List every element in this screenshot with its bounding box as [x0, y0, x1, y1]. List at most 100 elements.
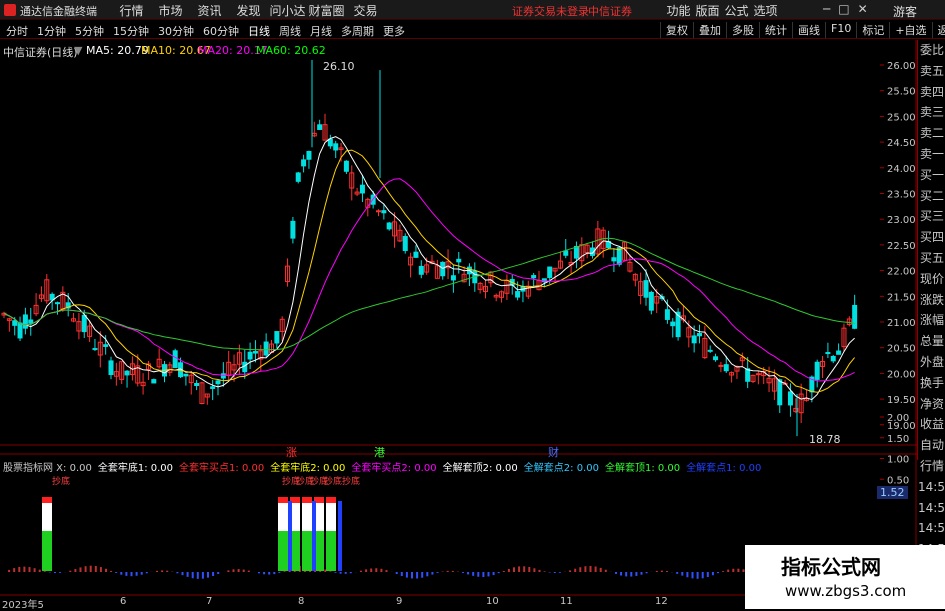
tool-3[interactable]: 统计 — [759, 22, 792, 38]
side-item-21[interactable]: 14:50 — [918, 477, 945, 498]
candle-body — [215, 380, 221, 385]
maximize-icon[interactable]: □ — [838, 2, 849, 16]
candle-body — [92, 348, 98, 351]
candle-body — [103, 344, 109, 347]
guest-label[interactable]: 游客 — [893, 3, 917, 19]
tool-4[interactable]: 画线 — [792, 22, 825, 38]
side-item-16[interactable]: 换手 — [918, 373, 945, 394]
candle-body — [290, 220, 296, 239]
period-7[interactable]: 周线 — [279, 23, 301, 38]
event-mark-up[interactable]: 涨 — [286, 444, 297, 460]
candle-body — [124, 370, 130, 376]
tool-1[interactable]: 叠加 — [693, 22, 726, 38]
x-tick-1: 6 — [120, 596, 127, 607]
close-icon[interactable]: ✕ — [858, 2, 868, 16]
broker-name[interactable]: 中信证券 — [588, 3, 632, 19]
period-toolbar: 分时 1分钟 5分钟 15分钟 30分钟 60分钟 日线 周线 月线 多周期 更多 复权 叠加 多股 统计… — [0, 21, 945, 39]
kline-chart[interactable]: 26.00 25.50 25.00 24.50 24.00 23.50 23.00 22.50… — [0, 40, 917, 596]
candle-body — [691, 335, 697, 344]
watermark: 指标公式网 www.zbgs3.com — [745, 545, 945, 609]
side-item-14[interactable]: 总量 — [918, 331, 945, 352]
candle-body — [28, 319, 34, 324]
menu-trade[interactable]: 交易 — [346, 2, 385, 19]
menu-market[interactable]: 市场 — [151, 2, 190, 19]
period-1[interactable]: 1分钟 — [37, 23, 66, 38]
period-0[interactable]: 分时 — [6, 23, 28, 38]
menu-ask[interactable]: 问小达 — [268, 2, 307, 19]
y-tick-label: 21.00 — [887, 318, 916, 329]
side-item-19[interactable]: 自动 — [918, 435, 945, 456]
side-item-12[interactable]: 涨跌 — [918, 290, 945, 311]
side-item-5[interactable]: 卖一 — [918, 144, 945, 165]
tool-7[interactable]: +自选 — [889, 22, 931, 38]
candle-body — [440, 261, 446, 277]
side-item-18[interactable]: 收益 — [918, 414, 945, 435]
tool-8[interactable]: 返回 — [931, 22, 945, 38]
candle-body — [745, 368, 751, 382]
side-item-23[interactable]: 14:50 — [918, 518, 945, 539]
side-item-6[interactable]: 买一 — [918, 165, 945, 186]
period-9[interactable]: 多周期 — [341, 23, 374, 38]
menu-formula[interactable]: 公式 — [722, 2, 751, 19]
menu-layout[interactable]: 版面 — [693, 2, 722, 19]
tool-6[interactable]: 标记 — [856, 22, 889, 38]
candle-body — [648, 291, 654, 311]
x-tick-3: 8 — [298, 596, 305, 607]
tool-2[interactable]: 多股 — [726, 22, 759, 38]
signal-white-bar — [326, 501, 336, 531]
side-item-2[interactable]: 卖四 — [918, 82, 945, 103]
side-item-0[interactable]: 委比 — [918, 40, 945, 61]
period-5[interactable]: 60分钟 — [203, 23, 239, 38]
side-item-22[interactable]: 14:50 — [918, 498, 945, 519]
period-4[interactable]: 30分钟 — [158, 23, 194, 38]
side-item-17[interactable]: 净资 — [918, 394, 945, 415]
candle-body — [252, 351, 258, 354]
period-2[interactable]: 5分钟 — [75, 23, 104, 38]
app-name: 通达信金融终端 — [20, 5, 97, 18]
event-mark-finance[interactable]: 财 — [548, 444, 559, 460]
signal-green-bar — [326, 531, 336, 571]
menu-news[interactable]: 资讯 — [190, 2, 229, 19]
signal-label: 抄底 — [52, 475, 70, 487]
side-item-9[interactable]: 买四 — [918, 227, 945, 248]
side-item-13[interactable]: 涨幅 — [918, 310, 945, 331]
menu-options[interactable]: 选项 — [751, 2, 780, 19]
side-item-3[interactable]: 卖三 — [918, 102, 945, 123]
y-tick-label: 23.00 — [887, 215, 916, 226]
candle-body — [210, 386, 216, 389]
period-10[interactable]: 更多 — [383, 23, 405, 38]
period-8[interactable]: 月线 — [310, 23, 332, 38]
chevron-down-icon[interactable]: ▼ — [74, 44, 82, 57]
menu-quotes[interactable]: 行情 — [112, 2, 151, 19]
candle-body — [573, 245, 579, 259]
side-item-10[interactable]: 买五 — [918, 248, 945, 269]
candle-body — [830, 355, 836, 362]
period-3[interactable]: 15分钟 — [113, 23, 149, 38]
minimize-icon[interactable]: ─ — [823, 2, 830, 16]
side-item-20[interactable]: 行情 — [918, 456, 945, 477]
ma5-line — [3, 136, 855, 401]
candle-body — [263, 341, 269, 356]
tool-5[interactable]: F10 — [825, 22, 856, 38]
side-item-8[interactable]: 买三 — [918, 206, 945, 227]
menu-function[interactable]: 功能 — [664, 2, 693, 19]
ma20-line — [3, 178, 855, 382]
login-warning[interactable]: 证券交易未登录 — [512, 3, 589, 19]
candle-body — [386, 222, 392, 230]
window-buttons: ─ □ ✕ — [823, 2, 868, 16]
event-mark-hk[interactable]: 港 — [374, 444, 385, 460]
candle-body — [418, 265, 424, 275]
tool-0[interactable]: 复权 — [660, 22, 693, 38]
stock-title: 中信证券(日线) — [3, 46, 78, 59]
menu-discover[interactable]: 发现 — [229, 2, 268, 19]
side-item-1[interactable]: 卖五 — [918, 61, 945, 82]
menu-fortune[interactable]: 财富圈 — [307, 2, 346, 19]
period-list: 分时 1分钟 5分钟 15分钟 30分钟 60分钟 日线 周线 月线 多周期 更多 — [6, 23, 405, 38]
y-tick-label: 23.50 — [887, 190, 916, 201]
signal-green-bar — [42, 531, 52, 571]
side-item-15[interactable]: 外盘 — [918, 352, 945, 373]
side-item-7[interactable]: 买二 — [918, 186, 945, 207]
side-item-11[interactable]: 现价 — [918, 269, 945, 290]
side-item-4[interactable]: 卖二 — [918, 123, 945, 144]
period-6[interactable]: 日线 — [248, 23, 270, 38]
